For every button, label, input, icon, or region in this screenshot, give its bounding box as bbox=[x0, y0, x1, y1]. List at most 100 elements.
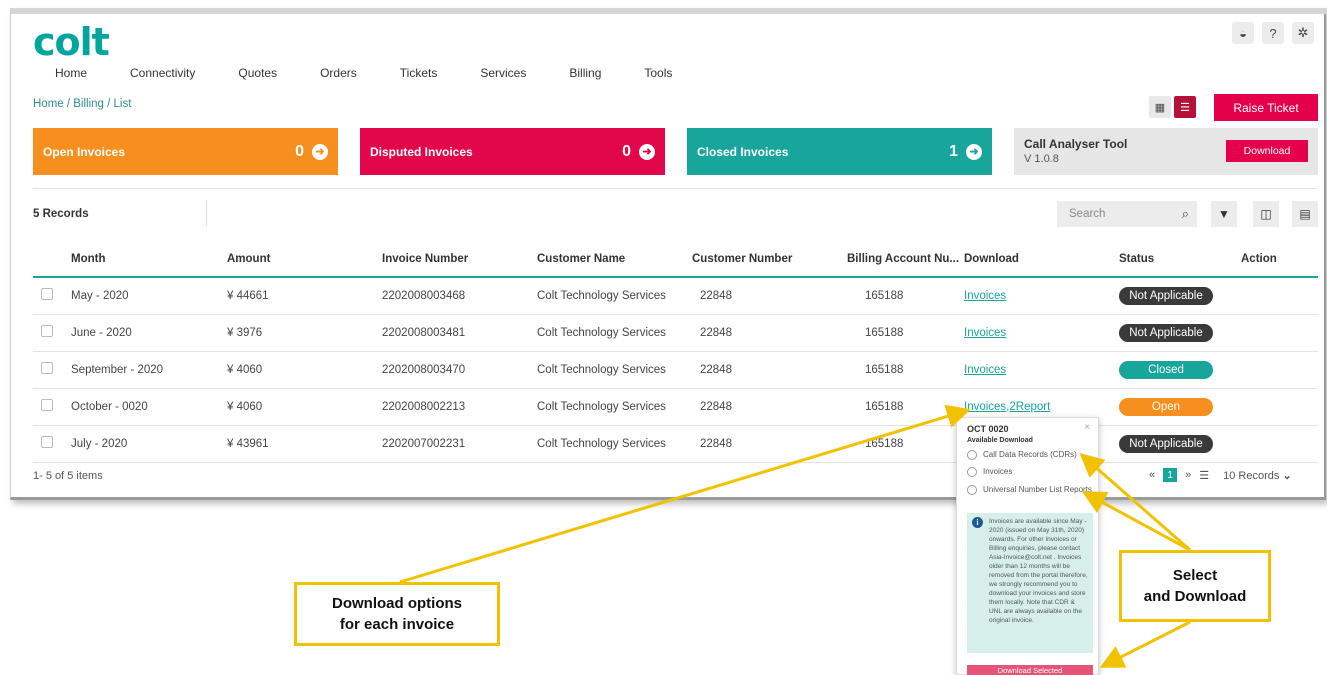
settings-icon[interactable]: ✲ bbox=[1292, 22, 1314, 44]
disputed-invoices-card[interactable]: Disputed Invoices 0 ➜ bbox=[360, 128, 665, 175]
table-row[interactable]: October - 0020 ¥ 4060 2202008002213 Colt Te… bbox=[33, 388, 1318, 426]
analyser-version: V 1.0.8 bbox=[1024, 153, 1059, 165]
row-checkbox[interactable] bbox=[41, 288, 53, 301]
radio-button[interactable] bbox=[967, 450, 977, 460]
filter-icon[interactable]: ▼ bbox=[1211, 201, 1237, 227]
arrow-right-icon[interactable]: ➜ bbox=[966, 143, 982, 160]
colt-logo[interactable]: colt bbox=[33, 20, 110, 64]
top-icons: ◒ ? ✲ bbox=[1232, 22, 1314, 44]
column-header[interactable]: Invoice Number bbox=[382, 241, 537, 278]
chevron-down-icon: ⌄ bbox=[1282, 469, 1292, 482]
status-cell: Not Applicable bbox=[1119, 425, 1241, 463]
list-icon[interactable]: ☰ bbox=[1199, 469, 1209, 482]
arrow-right-icon[interactable]: ➜ bbox=[639, 143, 655, 160]
month-cell: September - 2020 bbox=[71, 351, 227, 389]
info-text: Invoices are available since May - 2020 … bbox=[989, 518, 1088, 624]
invoice-download-link[interactable]: Invoices bbox=[964, 290, 1006, 302]
amount-cell: ¥ 4060 bbox=[227, 388, 382, 426]
column-header[interactable]: Download bbox=[964, 241, 1119, 278]
amount-cell: ¥ 43961 bbox=[227, 425, 382, 463]
month-cell: May - 2020 bbox=[71, 277, 227, 315]
column-header[interactable]: Billing Account Nu... bbox=[847, 241, 964, 278]
globe-icon[interactable]: ◒ bbox=[1232, 22, 1254, 44]
column-header[interactable]: Action bbox=[1241, 241, 1318, 278]
first-page-icon[interactable]: « bbox=[1149, 469, 1155, 481]
table-row[interactable]: September - 2020 ¥ 4060 2202008003470 Colt … bbox=[33, 351, 1318, 389]
row-checkbox[interactable] bbox=[41, 325, 53, 337]
row-checkbox[interactable] bbox=[41, 362, 53, 374]
option-label: Call Data Records (CDRs) bbox=[983, 450, 1077, 459]
nav-item-tickets[interactable]: Tickets bbox=[400, 66, 438, 80]
columns-icon[interactable]: ◫ bbox=[1253, 201, 1279, 227]
search-input[interactable]: Search ⌕ bbox=[1057, 201, 1197, 227]
select-checkbox bbox=[33, 277, 71, 315]
info-icon: i bbox=[972, 517, 983, 528]
download-selected-button[interactable]: Download Selected bbox=[967, 665, 1093, 675]
app-window: colt ◒ ? ✲ Home Connectivity Quotes Orde… bbox=[10, 8, 1327, 500]
invoice-download-link[interactable]: Invoices,2Report bbox=[964, 401, 1050, 413]
nav-item-quotes[interactable]: Quotes bbox=[238, 66, 277, 80]
pagination: « 1 » ☰ 10 Records ⌄ bbox=[1149, 468, 1292, 482]
callout-line: Select bbox=[1172, 567, 1218, 584]
invoice-number-cell: 2202007002231 bbox=[382, 425, 537, 463]
billing-account-cell: 165188 bbox=[847, 277, 964, 315]
table-row[interactable]: June - 2020 ¥ 3976 2202008003481 Colt Techn… bbox=[33, 314, 1318, 352]
nav-item-billing[interactable]: Billing bbox=[569, 66, 601, 80]
breadcrumb[interactable]: Home / Billing / List bbox=[33, 98, 131, 110]
records-count: 5 Records bbox=[33, 208, 89, 220]
card-count: 0 bbox=[622, 142, 631, 160]
divider bbox=[33, 188, 1318, 189]
raise-ticket-button[interactable]: Raise Ticket bbox=[1214, 94, 1318, 121]
callout-select-download: Select and Download bbox=[1119, 550, 1271, 622]
nav-item-tools[interactable]: Tools bbox=[644, 66, 672, 80]
radio-button[interactable] bbox=[967, 467, 977, 477]
amount-cell: ¥ 4060 bbox=[227, 351, 382, 389]
grid-view-icon[interactable]: ▦ bbox=[1149, 96, 1171, 118]
customer-number-cell: 22848 bbox=[692, 351, 847, 389]
column-header[interactable]: Status bbox=[1119, 241, 1241, 278]
nav-item-connectivity[interactable]: Connectivity bbox=[130, 66, 195, 80]
customer-name-cell: Colt Technology Services bbox=[537, 425, 692, 463]
billing-account-cell: 165188 bbox=[847, 351, 964, 389]
open-invoices-card[interactable]: Open Invoices 0 ➜ bbox=[33, 128, 338, 175]
nav-item-orders[interactable]: Orders bbox=[320, 66, 357, 80]
popover-subtitle: Available Download bbox=[967, 437, 1033, 444]
status-badge: Not Applicable bbox=[1119, 434, 1213, 453]
help-icon[interactable]: ? bbox=[1262, 22, 1284, 44]
export-excel-icon[interactable]: ▤ bbox=[1292, 201, 1318, 227]
row-checkbox[interactable] bbox=[41, 436, 53, 448]
status-badge: Not Applicable bbox=[1119, 286, 1213, 305]
card-label: Closed Invoices bbox=[697, 144, 789, 159]
table-row[interactable]: July - 2020 ¥ 43961 2202007002231 Colt Tech… bbox=[33, 425, 1318, 463]
analyser-title: Call Analyser Tool bbox=[1024, 137, 1128, 151]
radio-button[interactable] bbox=[967, 485, 977, 495]
column-header[interactable]: Month bbox=[71, 241, 227, 278]
close-icon[interactable]: × bbox=[1084, 422, 1090, 433]
last-page-icon[interactable]: » bbox=[1185, 469, 1191, 481]
nav-item-services[interactable]: Services bbox=[480, 66, 526, 80]
column-header[interactable]: Customer Name bbox=[537, 241, 692, 278]
search-icon[interactable]: ⌕ bbox=[1182, 206, 1189, 222]
closed-invoices-card[interactable]: Closed Invoices 1 ➜ bbox=[687, 128, 992, 175]
option-invoices[interactable]: Invoices bbox=[967, 467, 1012, 477]
column-header[interactable]: Amount bbox=[227, 241, 382, 278]
option-unl-reports[interactable]: Universal Number List Reports bbox=[967, 485, 1092, 495]
nav-item-home[interactable]: Home bbox=[55, 66, 87, 80]
status-cell: Closed bbox=[1119, 351, 1241, 389]
items-summary: 1- 5 of 5 items bbox=[33, 470, 103, 482]
row-checkbox[interactable] bbox=[41, 399, 53, 411]
table-row[interactable]: May - 2020 ¥ 44661 2202008003468 Colt Techn… bbox=[33, 277, 1318, 315]
list-view-icon[interactable]: ☰ bbox=[1174, 96, 1196, 118]
arrow-right-icon[interactable]: ➜ bbox=[312, 143, 328, 160]
customer-name-cell: Colt Technology Services bbox=[537, 277, 692, 315]
page-size-select[interactable]: 10 Records ⌄ bbox=[1223, 469, 1292, 482]
page-1-button[interactable]: 1 bbox=[1163, 468, 1178, 482]
invoice-number-cell: 2202008003470 bbox=[382, 351, 537, 389]
download-cell: Invoices bbox=[964, 314, 1119, 352]
analyser-download-button[interactable]: Download bbox=[1226, 140, 1308, 162]
invoice-download-link[interactable]: Invoices bbox=[964, 327, 1006, 339]
card-label: Open Invoices bbox=[43, 144, 126, 159]
option-cdr[interactable]: Call Data Records (CDRs) bbox=[967, 450, 1077, 460]
invoice-download-link[interactable]: Invoices bbox=[964, 364, 1006, 376]
column-header[interactable]: Customer Number bbox=[692, 241, 847, 278]
